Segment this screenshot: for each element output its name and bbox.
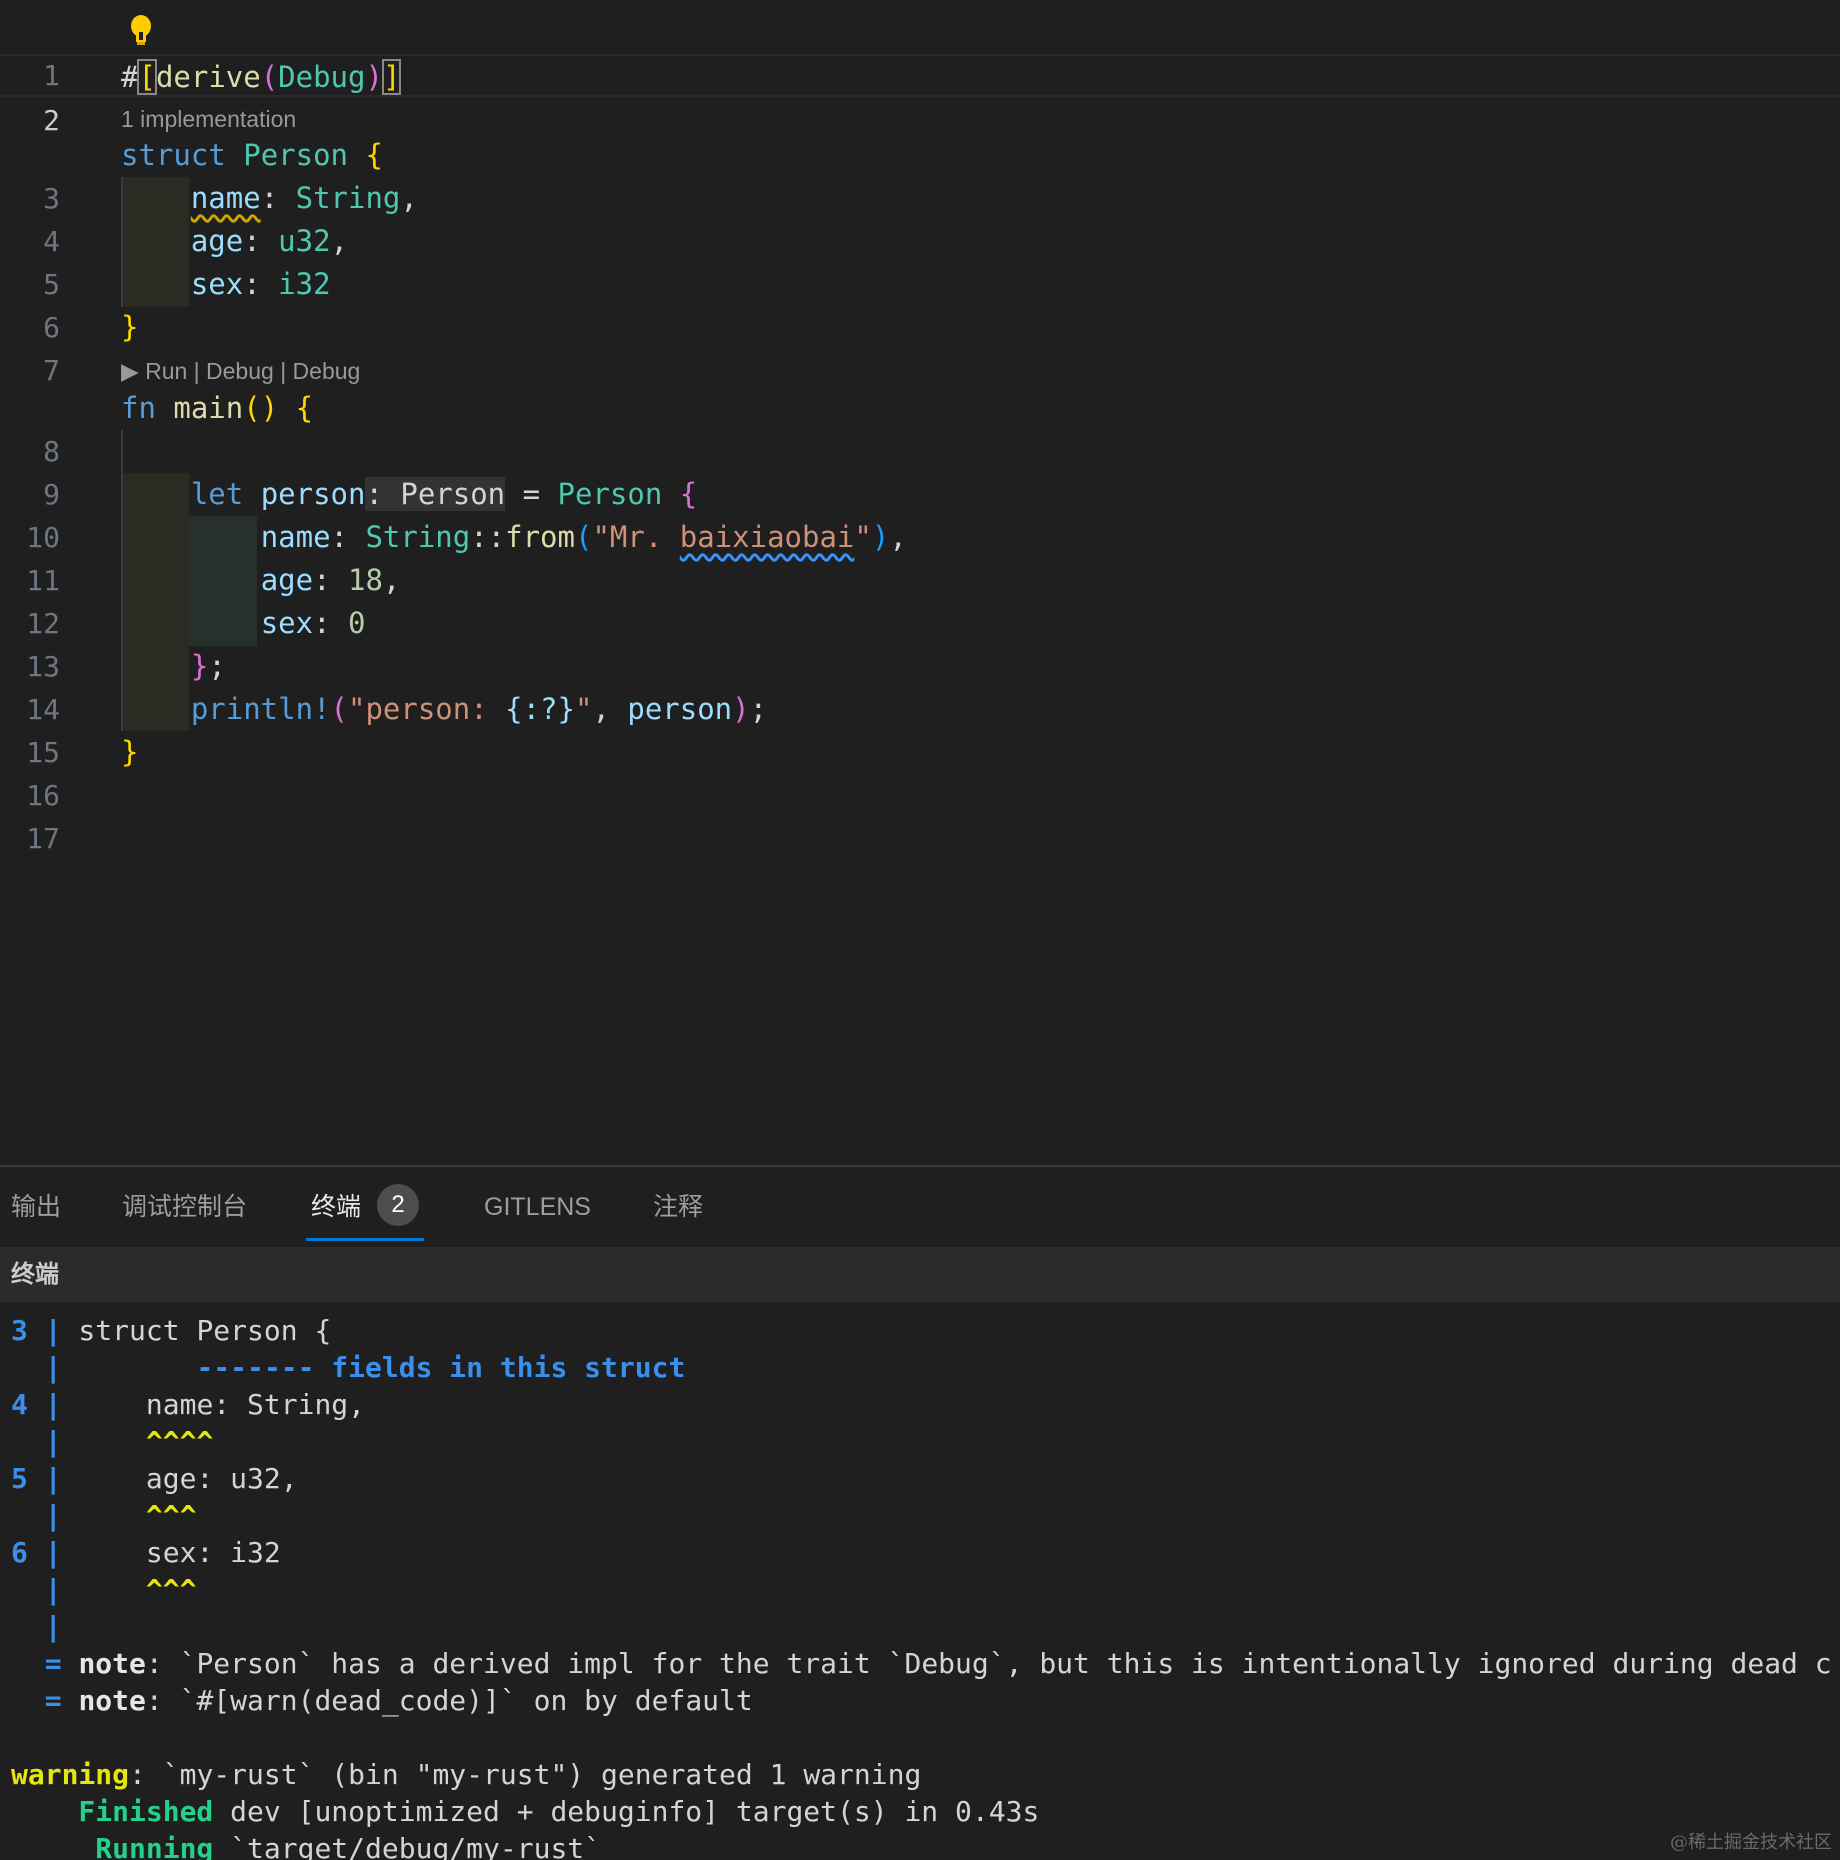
code-line-2: 2 #[derive(Debug)] bbox=[0, 54, 1840, 137]
code-content: println!("person: {:?}", person); bbox=[190, 692, 768, 726]
code-line-6: 6 sex: i32 bbox=[0, 263, 1840, 344]
terminal-count-badge: 2 bbox=[377, 1184, 420, 1227]
code-line-1: 1 bbox=[0, 11, 1840, 92]
code-content: name: String::from("Mr. baixiaobai"), bbox=[260, 520, 907, 554]
code-content: age: u32, bbox=[190, 224, 349, 258]
terminal-line: 4 | name: String, bbox=[11, 1388, 366, 1421]
panel-tab-bar: 输出 调试控制台 终端 2 GITLENS 注释 bbox=[0, 1167, 1840, 1247]
code-line-3: 3 struct Person { bbox=[0, 134, 1840, 215]
terminal-header: 终端 bbox=[0, 1247, 1840, 1302]
code-line-14: 14 }; bbox=[0, 645, 1840, 726]
code-content: let person: Person = Person { bbox=[190, 477, 698, 511]
tab-terminal[interactable]: 终端 2 bbox=[305, 1167, 425, 1247]
terminal-line: 5 | age: u32, bbox=[11, 1462, 298, 1495]
terminal-line: | ------- fields in this struct bbox=[11, 1351, 686, 1384]
code-content: struct Person { bbox=[121, 138, 383, 172]
code-line-9: 9 bbox=[0, 430, 1840, 511]
tab-gitlens[interactable]: GITLENS bbox=[484, 1167, 591, 1247]
terminal-output[interactable]: 3 | struct Person { | ------- fields in … bbox=[0, 1302, 1840, 1860]
terminal-line: | bbox=[11, 1610, 62, 1643]
terminal-line: | ^^^^ bbox=[11, 1425, 214, 1458]
terminal-line: warning: `my-rust` (bin "my-rust") gener… bbox=[11, 1758, 922, 1791]
code-content: }; bbox=[190, 649, 226, 683]
code-content: sex: i32 bbox=[190, 267, 331, 301]
code-line-16: 16 } bbox=[0, 731, 1840, 812]
code-line-5: 5 age: u32, bbox=[0, 220, 1840, 301]
line-number: 17 bbox=[26, 822, 60, 855]
tab-terminal-label: 终端 bbox=[311, 1193, 362, 1221]
code-content: } bbox=[121, 310, 139, 344]
terminal-line: Running `target/debug/my-rust` bbox=[11, 1832, 602, 1860]
code-content: name: String, bbox=[190, 181, 418, 215]
code-line-4: 4 name: String, bbox=[0, 177, 1840, 258]
code-line-13: 13 sex: 0 bbox=[0, 602, 1840, 683]
code-content: age: 18, bbox=[260, 563, 401, 597]
terminal-line: | ^^^ bbox=[11, 1573, 197, 1606]
code-content: sex: 0 bbox=[260, 606, 366, 640]
code-line-12: 12 age: 18, bbox=[0, 559, 1840, 640]
terminal-line: 6 | sex: i32 bbox=[11, 1536, 281, 1569]
terminal-line: | ^^^ bbox=[11, 1499, 197, 1532]
line-number: 7 bbox=[43, 354, 60, 387]
terminal-line: = note: `Person` has a derived impl for … bbox=[11, 1647, 1832, 1680]
tab-output[interactable]: 输出 bbox=[11, 1167, 61, 1247]
terminal-line: 3 | struct Person { bbox=[11, 1314, 332, 1347]
codelens-run-debug[interactable]: ▶ Run | Debug | Debug bbox=[121, 354, 360, 388]
code-content: #[derive(Debug)] bbox=[121, 59, 402, 95]
code-line-10: 10 let person: Person = Person { bbox=[0, 473, 1840, 554]
code-content: } bbox=[121, 735, 139, 769]
code-line-7: 7 } bbox=[0, 306, 1840, 387]
terminal-line: = note: `#[warn(dead_code)]` on by defau… bbox=[11, 1684, 753, 1717]
tab-debug-console[interactable]: 调试控制台 bbox=[122, 1167, 247, 1247]
inlay-type-hint: : Person bbox=[365, 477, 506, 511]
code-line-17: 17 bbox=[0, 774, 1840, 855]
terminal-line: Finished dev [unoptimized + debuginfo] t… bbox=[11, 1795, 1040, 1828]
codelens-implementations[interactable]: 1 implementation bbox=[121, 102, 296, 136]
watermark: @稀土掘金技术社区 bbox=[1670, 1832, 1832, 1853]
code-line-11: 11 name: String::from("Mr. baixiaobai"), bbox=[0, 516, 1840, 597]
tab-comments[interactable]: 注释 bbox=[653, 1167, 703, 1247]
code-editor[interactable]: 1 2 #[derive(Debug)] 1 implementation 3 … bbox=[0, 0, 1840, 1165]
spelling-squiggle: baixiaobai bbox=[679, 520, 855, 554]
code-line-8: 8 fn main() { bbox=[0, 387, 1840, 468]
code-line-15: 15 println!("person: {:?}", person); bbox=[0, 688, 1840, 769]
code-content: fn main() { bbox=[121, 391, 314, 425]
